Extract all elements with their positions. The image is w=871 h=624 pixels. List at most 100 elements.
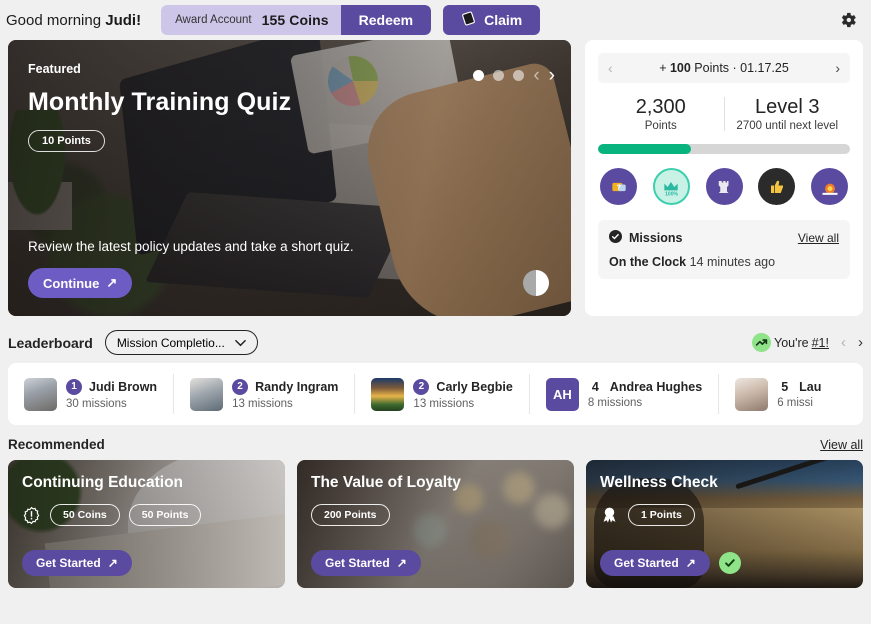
stats-row: 2,300 Points Level 3 2700 until next lev… [598,96,850,132]
points-banner-prefix: + [659,61,670,75]
get-started-button[interactable]: Get Started ↗ [600,550,710,576]
leaderboard-entry[interactable]: 1 Judi Brown 30 missions [8,374,175,414]
claim-label: Claim [484,12,523,28]
missions-box: Missions View all On the Clock 14 minute… [598,220,850,279]
leaderboard-entry[interactable]: 2 Carly Begbie 13 missions [355,374,530,414]
featured-title: Monthly Training Quiz [28,88,292,116]
level-sub-label: 2700 until next level [736,120,839,132]
points-banner-next-icon[interactable]: › [835,60,840,76]
avatar [24,377,57,411]
leaderboard-entry[interactable]: AH 4 Andrea Hughes 8 missions [530,374,720,414]
leaderboard-missions-count: 13 missions [232,397,293,410]
leaderboard-entry-text: 2 Carly Begbie 13 missions [413,378,513,410]
get-started-button[interactable]: Get Started ↗ [311,550,421,576]
level-progress-fill [598,144,692,154]
badges-row: ? 100% [598,168,850,205]
get-started-label: Get Started [614,556,679,570]
leaderboard-next-icon[interactable]: › [858,334,863,351]
level-progress-bar [598,144,850,154]
points-banner-amount: 100 [669,61,691,75]
missions-header: Missions View all [609,230,839,246]
leaderboard-prev-icon[interactable]: ‹ [841,334,846,351]
leaderboard-name-row: 4 Andrea Hughes [588,380,702,394]
mission-item[interactable]: On the Clock 14 minutes ago [609,255,839,269]
sunrise-badge[interactable] [811,168,848,205]
mission-time: 14 minutes ago [689,255,776,269]
get-started-label: Get Started [325,556,390,570]
rook-badge[interactable] [705,168,743,205]
level-stat: Level 3 2700 until next level [725,96,851,132]
claim-card-icon [461,11,476,29]
award-account-group: Award Account 155 Coins Redeem [161,5,432,35]
missions-view-all-link[interactable]: View all [798,231,839,245]
points-stat: 2,300 Points [598,96,724,132]
recommended-card-footer: Get Started ↗ [22,550,271,576]
claim-button[interactable]: Claim [443,5,541,35]
leaderboard-filter-dropdown[interactable]: Mission Completio... [104,330,258,355]
recommended-card-footer: Get Started ↗ [600,550,849,576]
greeting: Good morning Judi! [6,12,141,29]
check-circle-icon [609,230,622,246]
points-banner-text: + 100 Points · 01.17.25 [659,61,789,75]
your-rank-badge: You're #1! [752,333,829,352]
recommended-card-title: Wellness Check [600,474,718,491]
external-link-arrow-icon: ↗ [107,556,118,570]
alert-badge-icon [22,506,41,525]
leaderboard-rank: 1 [66,378,82,395]
leaderboard-entry[interactable]: 5 Lau 6 missi [719,374,837,414]
gear-icon[interactable] [837,9,859,31]
leaderboard-rank: 2 [413,378,430,395]
leaderboard-entry-text: 1 Judi Brown 30 missions [66,378,158,410]
get-started-label: Get Started [36,556,101,570]
points-banner-prev-icon[interactable]: ‹ [608,60,613,76]
featured-card[interactable]: ‹ › Featured Monthly Training Quiz 10 Po… [8,40,571,316]
recommended-chip: 50 Coins [50,504,120,526]
recommended-card-title: The Value of Loyalty [311,474,461,491]
recommended-card[interactable]: Continuing Education 50 Coins 50 Points Get… [8,460,285,588]
award-account-label: Award Account [175,14,252,26]
leaderboard-entry-text: 5 Lau 6 missi [777,380,821,409]
recommended-title: Recommended [8,437,105,452]
leaderboard-name: Judi Brown [89,379,158,394]
mission-name: On the Clock [609,255,687,269]
continue-button[interactable]: Continue ↗ [28,268,133,298]
leaderboard-rank: 4 [591,379,599,394]
recommended-header: Recommended View all [0,425,871,452]
featured-tag: Featured [28,62,81,76]
leaderboard-entry-text: 2 Randy Ingram 13 missions [232,378,339,410]
chevron-down-icon [235,336,246,350]
recommended-view-all-link[interactable]: View all [820,438,863,452]
contrast-toggle-icon[interactable] [523,270,549,296]
leaderboard-rank: 5 [781,379,789,394]
recommended-card[interactable]: Wellness Check 1 Points Get Started ↗ [586,460,863,588]
recommended-card[interactable]: The Value of Loyalty 200 Points Get Starte… [297,460,574,588]
award-account-pill[interactable]: Award Account 155 Coins [161,5,341,35]
trend-up-icon [752,333,771,352]
hundred-percent-badge[interactable]: 100% [652,168,690,205]
points-banner: ‹ + 100 Points · 01.17.25 › [598,53,850,83]
leaderboard-entry[interactable]: 2 Randy Ingram 13 missions [174,374,356,414]
leaderboard-title: Leaderboard [8,334,93,351]
leaderboard-name: Randy Ingram [255,379,339,394]
award-ribbon-icon [600,506,619,525]
thumbs-up-badge[interactable] [758,168,796,205]
external-link-arrow-icon: ↗ [396,556,407,570]
redeem-button[interactable]: Redeem [340,5,432,35]
your-rank-prefix: You're [774,335,809,350]
main-row: ‹ › Featured Monthly Training Quiz 10 Po… [0,40,871,316]
leaderboard-missions-count: 6 missi [777,396,813,409]
leaderboard-name-row: 2 Randy Ingram [232,378,339,395]
get-started-button[interactable]: Get Started ↗ [22,550,132,576]
leaderboard-missions-count: 13 missions [413,397,475,410]
avatar [735,377,769,411]
leaderboard-name: Carly Begbie [436,379,513,394]
external-link-arrow-icon: ↗ [685,556,696,570]
level-value: Level 3 [755,96,820,118]
recommended-card-chips: 50 Coins 50 Points [22,504,271,526]
completed-check-icon [718,552,741,574]
leaderboard-name: Andrea Hughes [609,379,703,394]
leaderboard-nav: You're #1! ‹ › [752,333,863,352]
quiz-badge[interactable]: ? [600,168,637,205]
leaderboard-list: 1 Judi Brown 30 missions 2 Randy Ingram 13 mi… [8,363,863,425]
your-rank-value: #1! [811,335,829,350]
